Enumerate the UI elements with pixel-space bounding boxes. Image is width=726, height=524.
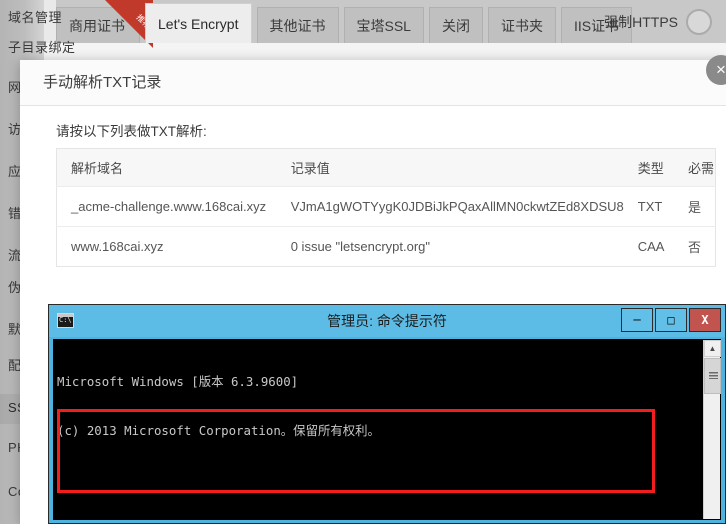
cmd-line: (c) 2013 Microsoft Corporation。保留所有权利。 (57, 423, 380, 439)
dialog-title: 手动解析TXT记录 (43, 74, 162, 91)
sidebar-item-label: 子目录绑定 (8, 40, 76, 55)
cmd-line (57, 472, 699, 488)
cmd-output: Microsoft Windows [版本 6.3.9600] (c) 2013… (57, 341, 699, 520)
tab-label: 商用证书 (69, 18, 125, 34)
minimize-icon: ─ (633, 313, 641, 327)
sidebar-item-subdir-bind[interactable]: 子目录绑定 (8, 38, 75, 58)
command-prompt-window: C:\ 管理员: 命令提示符 ─ □ X Microsoft Windows [… (48, 304, 726, 524)
cell-type: CAA (637, 239, 665, 254)
col-header-domain: 解析域名 (56, 148, 277, 187)
cell-domain: www.168cai.xyz (71, 239, 164, 254)
screen: 商用证书 推荐 Let's Encrypt 其他证书 宝塔SSL 关闭 证书夹 … (0, 0, 726, 524)
close-button[interactable]: X (689, 308, 721, 332)
cell-value: VJmA1gWOTYygK0JDBiJkPQaxAllMN0ckwtZEd8XD… (276, 186, 624, 227)
cell-required: 否 (688, 240, 702, 255)
cmd-scrollbar[interactable]: ▲ (703, 340, 721, 519)
tab-label: 其他证书 (269, 18, 326, 34)
cell-domain: _acme-challenge.www.168cai.xyz (56, 186, 277, 227)
table-row: www.168cai.xyz 0 issue "letsencrypt.org"… (57, 227, 716, 267)
cell-type: TXT (623, 186, 675, 227)
tab-label: 证书夹 (500, 18, 543, 34)
tab-close-ssl[interactable]: 关闭 (428, 7, 483, 43)
tab-commercial-cert[interactable]: 商用证书 推荐 (56, 0, 153, 48)
col-header-required: 必需 (674, 148, 716, 187)
col-header-type: 类型 (623, 148, 675, 187)
scrollbar-thumb[interactable] (704, 358, 721, 394)
tab-label: 关闭 (441, 18, 470, 34)
dialog-header: 手动解析TXT记录 (20, 60, 726, 106)
cmd-titlebar[interactable]: C:\ 管理员: 命令提示符 ─ □ X (49, 305, 725, 337)
force-https-label: 强制HTTPS (604, 14, 678, 30)
tab-other-cert[interactable]: 其他证书 (256, 7, 339, 43)
force-https-control[interactable]: 强制HTTPS (604, 9, 712, 35)
tabstrip: 商用证书 推荐 Let's Encrypt 其他证书 宝塔SSL 关闭 证书夹 … (56, 0, 637, 48)
dns-records-table: 解析域名 记录值 类型 必需 _acme-challenge.www.168ca… (56, 148, 716, 267)
cell-value: 0 issue "letsencrypt.org" (290, 239, 431, 254)
dialog-hint: 请按以下列表做TXT解析: (56, 124, 207, 139)
table-header-row: 解析域名 记录值 类型 必需 (56, 148, 716, 187)
col-header-value: 记录值 (276, 148, 624, 187)
ssl-tabbar: 商用证书 推荐 Let's Encrypt 其他证书 宝塔SSL 关闭 证书夹 … (56, 0, 726, 48)
tab-label: Let's Encrypt (158, 16, 239, 32)
table-row: _acme-challenge.www.168cai.xyz VJmA1gWOT… (56, 186, 716, 227)
minimize-button[interactable]: ─ (621, 308, 653, 332)
sidebar-item-label: 域名管理 (8, 10, 63, 25)
tab-lets-encrypt[interactable]: Let's Encrypt (145, 3, 252, 43)
cell-required: 是 (674, 186, 716, 227)
cmd-console-body[interactable]: Microsoft Windows [版本 6.3.9600] (c) 2013… (53, 339, 721, 520)
tab-cert-folder[interactable]: 证书夹 (487, 7, 556, 43)
maximize-button[interactable]: □ (655, 308, 687, 332)
tab-label: 宝塔SSL (356, 18, 411, 34)
scrollbar-grip-icon (709, 372, 718, 379)
sidebar-item-domain-manage[interactable]: 域名管理 (8, 8, 68, 28)
tab-bt-ssl[interactable]: 宝塔SSL (343, 7, 424, 43)
close-x-icon: X (701, 313, 709, 327)
table-body: _acme-challenge.www.168cai.xyz VJmA1gWOT… (56, 186, 716, 267)
force-https-toggle[interactable] (686, 9, 712, 35)
window-controls: ─ □ X (621, 308, 721, 332)
table-head: 解析域名 记录值 类型 必需 (56, 148, 716, 187)
cmd-line: Microsoft Windows [版本 6.3.9600] (57, 373, 299, 389)
maximize-icon: □ (667, 313, 675, 327)
scroll-up-arrow-icon[interactable]: ▲ (704, 340, 721, 357)
